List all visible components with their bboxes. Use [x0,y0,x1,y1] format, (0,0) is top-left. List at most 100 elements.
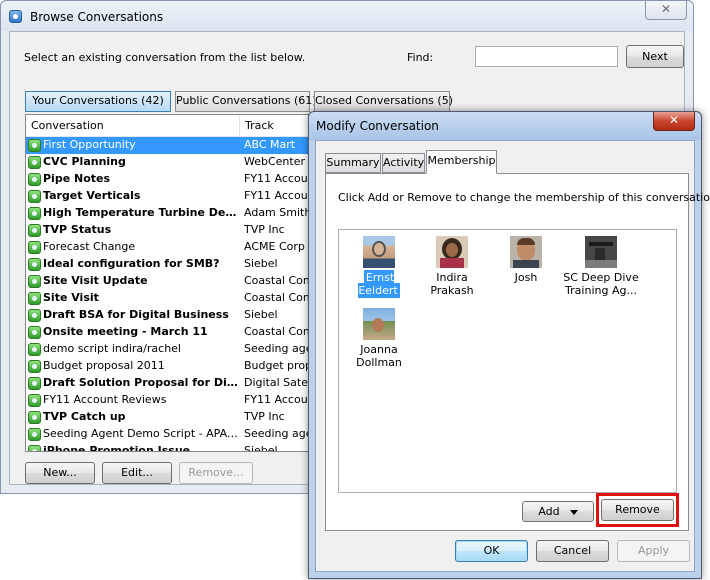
edit-button[interactable]: Edit... [102,462,172,484]
table-row[interactable]: TVP Status TVP Inc [26,222,308,239]
title-bar[interactable]: Browse Conversations ✕ [1,1,693,31]
conversation-track: Budget propo [244,359,308,372]
table-row[interactable]: Pipe Notes FY11 Account [26,171,308,188]
membership-panel: Click Add or Remove to change the member… [325,173,710,531]
conversation-name: Target Verticals [43,189,141,202]
tab-your-conversations[interactable]: Your Conversations (42) [25,91,171,112]
conversation-name: demo script indira/rachel [43,342,181,355]
conversation-name: Onsite meeting - March 11 [43,325,208,338]
conversation-icon [28,309,41,322]
conversation-track: FY11 Account [244,189,308,202]
table-row[interactable]: Ideal configuration for SMB? Siebel [26,256,308,273]
conversation-track: Coastal Comp [244,325,308,338]
conversation-track: ACME Corp [244,240,305,253]
table-row[interactable]: FY11 Account Reviews FY11 Account [26,392,308,409]
new-button[interactable]: New... [25,462,95,484]
conversation-track: FY11 Account [244,393,308,406]
table-row[interactable]: First Opportunity ABC Mart [26,137,308,154]
conversation-icon [28,224,41,237]
conversation-track: TVP Inc [244,410,285,423]
conversation-icon [28,343,41,356]
tab-membership[interactable]: Membership [426,150,497,174]
table-row[interactable]: High Temperature Turbine Design Adam Smit… [26,205,308,222]
conversation-name: Site Visit [43,291,99,304]
dialog-title-bar[interactable]: Modify Conversation ✕ [309,112,701,140]
avatar [363,236,395,268]
close-icon[interactable]: ✕ [645,1,687,20]
dialog-close-icon[interactable]: ✕ [653,112,695,131]
table-row[interactable]: Seeding Agent Demo Script - APAC W... See… [26,426,308,443]
table-row[interactable]: CVC Planning WebCenter C [26,154,308,171]
find-input[interactable] [475,46,618,67]
remove-member-button[interactable]: Remove [601,499,674,521]
membership-instruction: Click Add or Remove to change the member… [338,191,710,204]
tab-public-conversations[interactable]: Public Conversations (61) [175,91,317,112]
next-button[interactable]: Next [626,45,684,68]
conversation-track: Coastal Comp [244,291,308,304]
conversation-track: Seeding agen [244,342,308,355]
chevron-down-icon [569,509,578,515]
member-joanna-dollman[interactable]: Joanna Dollman [343,308,415,369]
cancel-button[interactable]: Cancel [536,540,609,562]
conversation-icon [28,156,41,169]
column-header-track[interactable]: Track [240,115,308,137]
conversation-list[interactable]: Conversation Track First Opportunity ABC … [25,114,309,452]
avatar [585,236,617,268]
conversation-icon [28,258,41,271]
conversation-icon [28,241,41,254]
conversation-track: FY11 Account [244,172,308,185]
table-row[interactable]: Draft Solution Proposal for Digital Busi… [26,375,308,392]
conversation-name: FY11 Account Reviews [43,393,167,406]
conversation-icon [28,445,41,451]
table-row[interactable]: demo script indira/rachel Seeding agen [26,341,308,358]
member-name: Josh [514,271,538,284]
members-list[interactable]: Ernst Eeldert Indira Prakash Josh SC Dee… [338,229,677,493]
conversation-icon [28,377,41,390]
table-row[interactable]: Budget proposal 2011 Budget propo [26,358,308,375]
member-name: Indira Prakash [430,271,474,297]
member-name: Ernst Eeldert [358,270,400,298]
table-row[interactable]: Onsite meeting - March 11 Coastal Comp [26,324,308,341]
table-row[interactable]: Site Visit Update Coastal Comp [26,273,308,290]
ok-button[interactable]: OK [455,540,528,562]
conversation-name: Draft BSA for Digital Business [43,308,229,321]
table-row[interactable]: Site Visit Coastal Comp [26,290,308,307]
conversation-track: Adam Smith's [244,206,308,219]
conversation-name: iPhone Promotion Issue [43,444,191,452]
apply-button[interactable]: Apply [617,540,690,562]
table-row[interactable]: iPhone Promotion Issue Siebel [26,443,308,452]
window-title: Browse Conversations [30,10,164,24]
conversation-track: WebCenter C [244,155,308,168]
member-name: Joanna Dollman [356,343,402,369]
conversation-name: Site Visit Update [43,274,148,287]
conversation-name: TVP Status [43,223,112,236]
conversation-name: TVP Catch up [43,410,126,423]
tab-activity[interactable]: Activity [382,153,425,173]
dialog-title: Modify Conversation [316,119,439,133]
conversation-track: Coastal Comp [244,274,308,287]
tab-summary[interactable]: Summary [325,153,381,173]
member-josh[interactable]: Josh [491,236,561,284]
conversation-icon [28,275,41,288]
conversation-icon [28,207,41,220]
tab-closed-conversations[interactable]: Closed Conversations (5) [314,91,453,112]
table-row[interactable]: Forecast Change ACME Corp [26,239,308,256]
add-member-button[interactable]: Add [522,501,594,522]
table-row[interactable]: TVP Catch up TVP Inc [26,409,308,426]
column-header-conversation[interactable]: Conversation [26,115,240,137]
table-row[interactable]: Target Verticals FY11 Account [26,188,308,205]
remove-conversation-button[interactable]: Remove... [179,462,253,484]
conversation-icon [28,411,41,424]
find-label: Find: [407,51,434,64]
table-row[interactable]: Draft BSA for Digital Business Siebel [26,307,308,324]
conversation-name: First Opportunity [43,138,136,151]
member-ernst-eeldert[interactable]: Ernst Eeldert [343,236,415,298]
conversation-track: Digital Satelli [244,376,308,389]
conversation-icon [28,173,41,186]
conversation-track: ABC Mart [244,138,296,151]
member-indira-prakash[interactable]: Indira Prakash [413,236,491,297]
member-sc-deep-dive[interactable]: SC Deep Dive Training Ag... [561,236,641,297]
modify-conversation-dialog: Modify Conversation ✕ Summary Activity M… [308,111,710,579]
conversation-name: Draft Solution Proposal for Digital Busi… [43,376,239,389]
conversation-name: High Temperature Turbine Design [43,206,239,219]
